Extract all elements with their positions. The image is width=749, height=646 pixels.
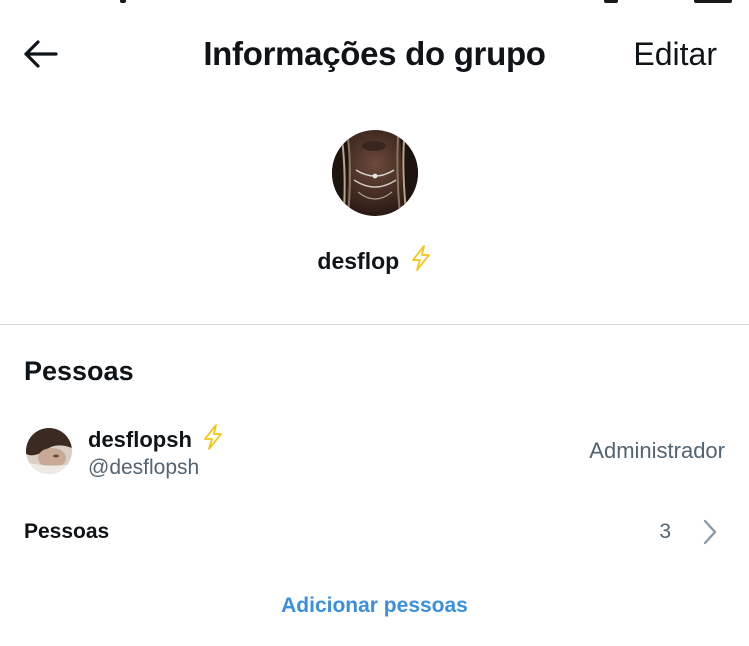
member-role: Administrador: [589, 438, 725, 463]
people-row-label: Pessoas: [24, 520, 110, 543]
group-name: desflop: [0, 244, 749, 280]
lightning-bolt-icon: [410, 245, 432, 280]
member-name: desflopsh: [88, 424, 224, 458]
back-button[interactable]: [20, 36, 60, 72]
member-handle: @desflopsh: [88, 456, 200, 479]
group-photo: [332, 130, 418, 216]
edit-button[interactable]: Editar: [633, 32, 717, 76]
arrow-left-icon: [24, 40, 58, 68]
people-section-title: Pessoas: [24, 356, 134, 386]
lightning-bolt-icon: [202, 424, 224, 458]
header: Informações do grupo Editar: [0, 0, 749, 110]
divider: [0, 324, 749, 325]
people-count: 3: [659, 520, 671, 543]
group-name-text: desflop: [317, 248, 400, 274]
people-count-row[interactable]: Pessoas 3: [0, 508, 749, 556]
member-name-text: desflopsh: [88, 426, 192, 452]
avatar: [26, 428, 72, 474]
add-people-button[interactable]: Adicionar pessoas: [0, 590, 749, 622]
member-row[interactable]: desflopsh @desflopsh Administrador: [0, 416, 749, 488]
group-avatar[interactable]: [332, 130, 418, 216]
chevron-right-icon: [701, 518, 719, 546]
